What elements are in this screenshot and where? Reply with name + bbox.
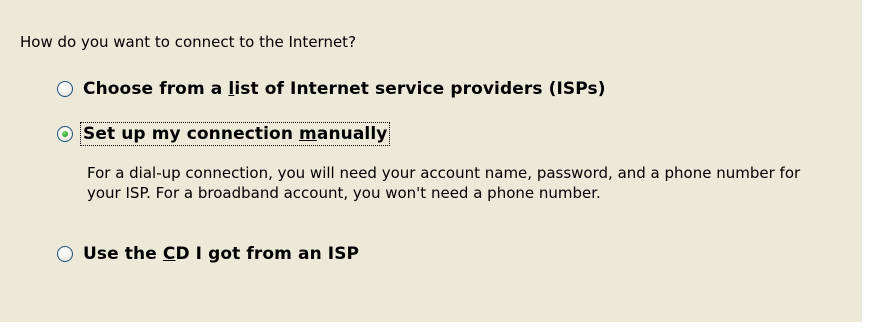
option-choose-isp-list[interactable]: Choose from a list of Internet service p… — [57, 78, 608, 100]
radio-selected-dot — [62, 131, 68, 137]
option-choose-isp-list-label[interactable]: Choose from a list of Internet service p… — [81, 78, 608, 100]
option-setup-manually-label[interactable]: Set up my connection manually — [79, 122, 391, 146]
connection-type-panel: How do you want to connect to the Intern… — [0, 0, 862, 322]
radio-selected-icon[interactable] — [57, 126, 73, 142]
option-use-isp-cd-label[interactable]: Use the CD I got from an ISP — [81, 243, 361, 265]
connection-question: How do you want to connect to the Intern… — [20, 33, 357, 51]
option-use-isp-cd[interactable]: Use the CD I got from an ISP — [57, 243, 361, 265]
option-setup-manually[interactable]: Set up my connection manually — [57, 122, 391, 146]
radio-unselected-icon[interactable] — [57, 246, 73, 262]
option-setup-manually-description: For a dial-up connection, you will need … — [87, 164, 801, 202]
radio-unselected-icon[interactable] — [57, 81, 73, 97]
